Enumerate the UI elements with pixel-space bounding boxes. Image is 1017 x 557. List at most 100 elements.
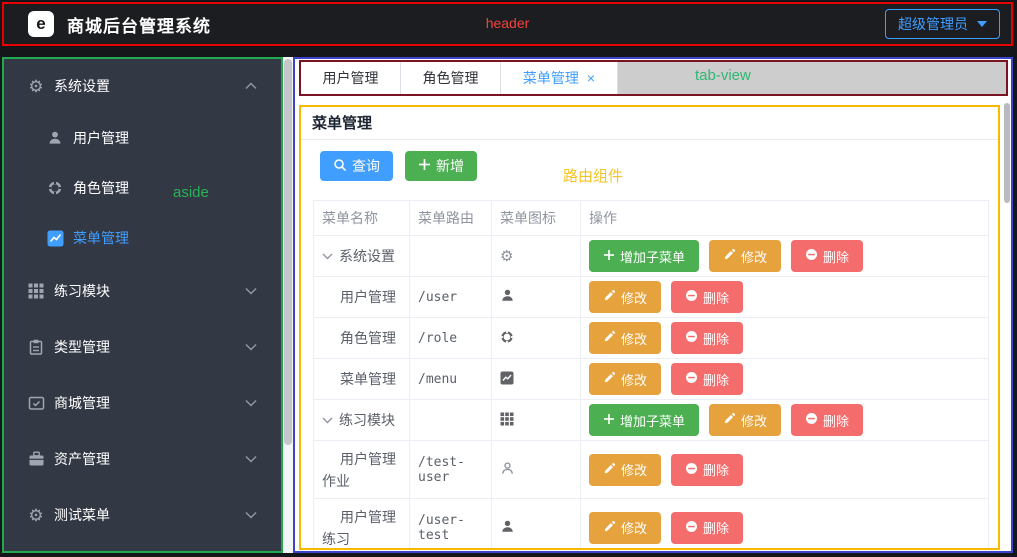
edit-icon xyxy=(603,520,616,536)
table-row: 用户管理 /user 修改 删除 xyxy=(314,277,989,318)
tab-label: 菜单管理 xyxy=(523,68,579,88)
edit-icon xyxy=(603,462,616,478)
col-header-menu-route: 菜单路由 xyxy=(410,201,492,236)
table-row: 用户管理作业 /test-user 修改 删除 xyxy=(314,441,989,499)
delete-button[interactable]: 删除 xyxy=(791,404,863,436)
table-row: 练习模块 增加子菜单 修改 删除 xyxy=(314,400,989,441)
sidebar-item-label: 商城管理 xyxy=(54,393,110,413)
gear-icon: ⚙ xyxy=(27,77,45,95)
delete-button[interactable]: 删除 xyxy=(671,322,743,354)
menu-name: 用户管理作业 xyxy=(322,448,409,492)
trend-chart-icon xyxy=(46,229,64,247)
minus-circle-icon xyxy=(685,371,698,387)
sidebar-item-label: 类型管理 xyxy=(54,337,110,357)
edit-icon xyxy=(723,248,736,264)
menu-route: /test-user xyxy=(410,441,492,499)
edit-button[interactable]: 修改 xyxy=(589,454,661,486)
sidebar-scrollbar-thumb[interactable] xyxy=(284,59,292,445)
minus-circle-icon xyxy=(685,520,698,536)
sidebar-item-asset-management[interactable]: 资产管理 xyxy=(4,431,281,487)
sidebar-item-label: 练习模块 xyxy=(54,281,110,301)
add-button-label: 新增 xyxy=(436,156,464,176)
add-child-button[interactable]: 增加子菜单 xyxy=(589,240,699,272)
add-button[interactable]: 新增 xyxy=(405,151,477,181)
sidebar-item-role-management[interactable]: 角色管理 xyxy=(4,163,281,213)
expand-arrow-icon[interactable] xyxy=(322,417,333,424)
grid-icon xyxy=(500,413,514,429)
sidebar-scrollbar[interactable] xyxy=(283,57,293,553)
sidebar-item-label: 系统设置 xyxy=(54,76,110,96)
sidebar-item-practice-module[interactable]: 练习模块 xyxy=(4,263,281,319)
tab-close-icon[interactable]: × xyxy=(587,70,595,86)
chevron-down-icon xyxy=(245,511,257,519)
menu-route: /user xyxy=(410,277,492,318)
add-child-button[interactable]: 增加子菜单 xyxy=(589,404,699,436)
delete-button[interactable]: 删除 xyxy=(791,240,863,272)
sidebar-item-type-management[interactable]: 类型管理 xyxy=(4,319,281,375)
app-title: 商城后台管理系统 xyxy=(67,12,211,37)
tab-label: 用户管理 xyxy=(323,68,379,88)
search-button[interactable]: 查询 xyxy=(320,151,393,181)
gear-icon: ⚙ xyxy=(500,248,513,265)
col-header-menu-name: 菜单名称 xyxy=(314,201,410,236)
user-outline-icon xyxy=(500,463,515,479)
chevron-down-icon xyxy=(245,287,257,295)
sidebar-item-user-management[interactable]: 用户管理 xyxy=(4,113,281,163)
delete-button[interactable]: 删除 xyxy=(671,363,743,395)
briefcase-icon xyxy=(27,450,45,468)
app-header: e 商城后台管理系统 header 超级管理员 xyxy=(2,2,1013,46)
table-row: 菜单管理 /menu 修改 删除 xyxy=(314,359,989,400)
delete-button[interactable]: 删除 xyxy=(671,281,743,313)
menu-route: /menu xyxy=(410,359,492,400)
sidebar-item-mall-management[interactable]: 商城管理 xyxy=(4,375,281,431)
menu-route: /user-test xyxy=(410,499,492,551)
tab-view-annotation-label: tab-view xyxy=(695,67,751,84)
header-annotation-label: header xyxy=(486,15,530,31)
route-component: 菜单管理 查询 新增 路由组件 菜单名称 菜单路由 菜单图标 操作 xyxy=(299,105,1000,550)
menu-name: 用户管理 xyxy=(322,286,409,308)
folder-check-icon xyxy=(27,394,45,412)
table-row: 角色管理 /role 修改 删除 xyxy=(314,318,989,359)
trend-chart-icon xyxy=(500,372,514,388)
edit-button[interactable]: 修改 xyxy=(589,363,661,395)
delete-button[interactable]: 删除 xyxy=(671,454,743,486)
plus-icon xyxy=(603,413,615,428)
main-scrollbar-thumb[interactable] xyxy=(1004,103,1010,203)
edit-icon xyxy=(603,371,616,387)
col-header-menu-icon: 菜单图标 xyxy=(492,201,581,236)
sidebar-item-test-menu[interactable]: ⚙ 测试菜单 xyxy=(4,487,281,543)
edit-button[interactable]: 修改 xyxy=(709,240,781,272)
chevron-up-icon xyxy=(245,82,257,90)
user-menu-button[interactable]: 超级管理员 xyxy=(885,9,1000,39)
grid-icon xyxy=(27,282,45,300)
expand-arrow-icon[interactable] xyxy=(322,253,333,260)
menu-name: 用户管理练习 xyxy=(322,506,409,550)
aim-icon xyxy=(46,179,64,197)
chevron-down-icon xyxy=(245,455,257,463)
chevron-down-icon xyxy=(245,399,257,407)
edit-button[interactable]: 修改 xyxy=(589,322,661,354)
menu-route: /role xyxy=(410,318,492,359)
caret-down-icon xyxy=(977,21,987,27)
sidebar-item-label: 资产管理 xyxy=(54,449,110,469)
delete-button[interactable]: 删除 xyxy=(671,512,743,544)
plus-icon xyxy=(603,249,615,264)
tab-menu-management[interactable]: 菜单管理 × xyxy=(501,62,618,94)
sidebar-item-label: 测试菜单 xyxy=(54,505,110,525)
menu-route xyxy=(410,400,492,441)
search-button-label: 查询 xyxy=(352,156,380,176)
edit-button[interactable]: 修改 xyxy=(589,281,661,313)
user-solid-icon xyxy=(500,290,515,306)
minus-circle-icon xyxy=(805,248,818,264)
edit-button[interactable]: 修改 xyxy=(709,404,781,436)
tab-role-management[interactable]: 角色管理 xyxy=(401,62,501,94)
sidebar-item-system-settings[interactable]: ⚙ 系统设置 xyxy=(4,59,281,113)
user-solid-icon xyxy=(500,521,515,537)
edit-icon xyxy=(603,330,616,346)
edit-button[interactable]: 修改 xyxy=(589,512,661,544)
sidebar-item-menu-management[interactable]: 菜单管理 xyxy=(4,213,281,263)
col-header-actions: 操作 xyxy=(581,201,989,236)
sidebar-item-label: 用户管理 xyxy=(73,128,129,148)
tab-user-management[interactable]: 用户管理 xyxy=(301,62,401,94)
plus-icon xyxy=(418,158,431,174)
